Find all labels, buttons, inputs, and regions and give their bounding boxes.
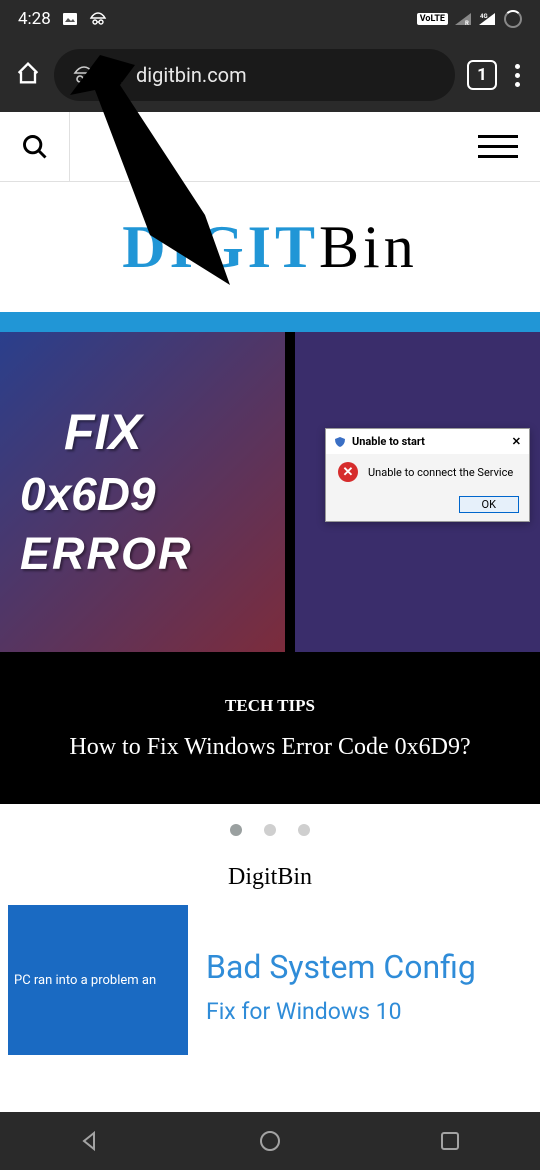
carousel-title[interactable]: How to Fix Windows Error Code 0x6D9?: [69, 734, 470, 761]
carousel-txt-3: ERROR: [20, 525, 285, 584]
svg-text:4G: 4G: [480, 13, 488, 20]
featured-carousel[interactable]: FIX 0x6D9 ERROR Unable to start ✕ ✕ Unab…: [0, 312, 540, 804]
shield-icon: [334, 436, 346, 448]
status-left: 4:28: [18, 9, 107, 29]
home-icon[interactable]: [14, 59, 42, 91]
browser-toolbar: digitbin.com 1: [0, 38, 540, 112]
error-dialog: Unable to start ✕ ✕ Unable to connect th…: [325, 428, 530, 522]
carousel-caption: TECH TIPS How to Fix Windows Error Code …: [0, 652, 540, 804]
dialog-body-text: Unable to connect the Service: [368, 466, 513, 479]
carousel-category[interactable]: TECH TIPS: [225, 696, 315, 716]
url-text: digitbin.com: [136, 63, 247, 87]
signal-icon-1: R: [454, 12, 472, 26]
logo-part-1: DIGIT: [122, 213, 319, 282]
article-subline: Fix for Windows 10: [206, 996, 532, 1028]
home-nav-icon[interactable]: [258, 1129, 282, 1153]
signal-icon-2: 4G: [478, 12, 498, 26]
android-nav-bar: [0, 1112, 540, 1170]
close-icon: ✕: [512, 435, 521, 448]
ok-button: OK: [459, 496, 519, 513]
carousel-image-left: FIX 0x6D9 ERROR: [0, 332, 285, 652]
carousel-image-right: Unable to start ✕ ✕ Unable to connect th…: [285, 332, 540, 652]
article-thumbnail: PC ran into a problem an: [8, 905, 188, 1055]
carousel-txt-1: FIX: [20, 400, 285, 465]
android-status-bar: 4:28 VoLTE R 4G: [0, 0, 540, 38]
status-time: 4:28: [18, 9, 51, 29]
carousel-dot-3[interactable]: [298, 824, 310, 836]
dialog-title-text: Unable to start: [352, 435, 425, 448]
menu-button[interactable]: [478, 135, 518, 158]
address-bar[interactable]: digitbin.com: [54, 49, 455, 101]
thumb-text: PC ran into a problem an: [14, 973, 156, 988]
carousel-accent: [0, 312, 540, 332]
svg-text:R: R: [465, 20, 469, 26]
section-title: DigitBin: [0, 864, 540, 891]
logo-part-2: Bin: [319, 213, 418, 282]
volte-badge: VoLTE: [417, 13, 448, 25]
dialog-titlebar: Unable to start ✕: [326, 429, 529, 454]
tab-count: 1: [477, 65, 487, 85]
back-icon[interactable]: [78, 1129, 102, 1153]
incognito-status-icon: [89, 10, 107, 28]
dialog-body: ✕ Unable to connect the Service: [326, 454, 529, 490]
status-right: VoLTE R 4G: [417, 10, 522, 28]
carousel-dots: [0, 804, 540, 856]
carousel-image: FIX 0x6D9 ERROR Unable to start ✕ ✕ Unab…: [0, 332, 540, 652]
lock-icon: [108, 66, 124, 84]
carousel-txt-2: 0x6D9: [20, 465, 285, 525]
tab-count-button[interactable]: 1: [467, 60, 497, 90]
more-menu-icon[interactable]: [509, 64, 526, 87]
gallery-icon: [61, 10, 79, 28]
article-headline[interactable]: Bad System Config: [206, 948, 476, 986]
carousel-dot-2[interactable]: [264, 824, 276, 836]
error-icon: ✕: [338, 462, 358, 482]
search-icon: [21, 133, 49, 161]
article-card[interactable]: PC ran into a problem an Bad System Conf…: [0, 905, 540, 1065]
site-logo[interactable]: DIGITBin: [0, 182, 540, 312]
loading-spinner-icon: [504, 10, 522, 28]
carousel-dot-1[interactable]: [230, 824, 242, 836]
incognito-icon: [72, 65, 96, 85]
site-header: [0, 112, 540, 182]
recent-icon[interactable]: [438, 1129, 462, 1153]
dialog-footer: OK: [326, 490, 529, 521]
article-text: Bad System Config Fix for Windows 10: [206, 905, 532, 1065]
search-button[interactable]: [0, 112, 70, 182]
